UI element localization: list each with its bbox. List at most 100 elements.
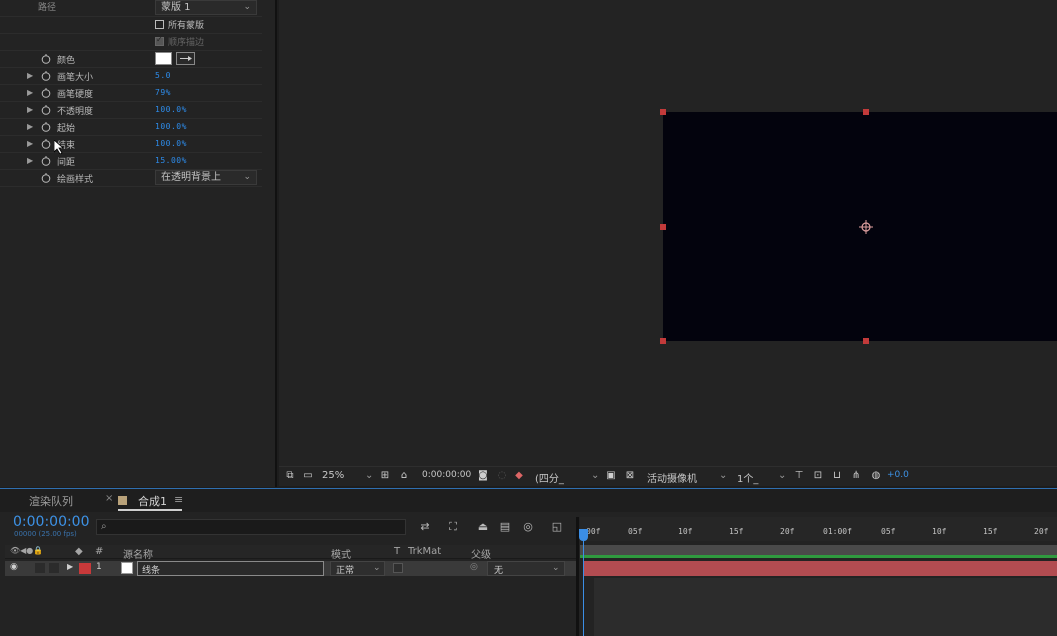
twirl-triangle-icon[interactable]: ▶ bbox=[27, 88, 33, 97]
col-source-name[interactable]: 源名称 bbox=[123, 546, 153, 561]
twirl-triangle-icon[interactable]: ▶ bbox=[27, 71, 33, 80]
search-input[interactable]: ⌕ bbox=[96, 519, 406, 535]
reset-exposure-icon[interactable]: ◍ bbox=[870, 470, 882, 482]
chevron-down-icon: ⌄ bbox=[243, 2, 251, 12]
tab-render-queue[interactable]: 渲染队列 bbox=[29, 493, 73, 509]
always-preview-icon[interactable]: ⧉ bbox=[284, 470, 296, 482]
stopwatch-icon[interactable] bbox=[41, 121, 51, 132]
layer-number: 1 bbox=[96, 562, 102, 572]
time-ruler[interactable]: 00f 05f 10f 15f 20f 01:00f 05f 10f 15f 2… bbox=[580, 517, 1057, 541]
region-of-interest-icon[interactable]: ▣ bbox=[605, 470, 617, 482]
transform-handle[interactable] bbox=[660, 109, 666, 115]
hide-shy-layers-icon[interactable]: ⏏ bbox=[476, 520, 490, 534]
mask-visibility-icon[interactable]: ⌂ bbox=[398, 470, 410, 482]
lock-toggle[interactable] bbox=[49, 563, 59, 573]
zoom-dropdown[interactable]: 25% bbox=[322, 470, 344, 481]
camera-snapshot-icon[interactable]: ◙ bbox=[477, 470, 489, 482]
layer-row[interactable]: ◉ ▶ 1 线条 正常 ⌄ ◎ 无 ⌄ bbox=[5, 561, 578, 576]
transform-handle[interactable] bbox=[863, 338, 869, 344]
end-value[interactable]: 100.0% bbox=[155, 139, 187, 148]
twirl-triangle-icon[interactable]: ▶ bbox=[27, 139, 33, 148]
fast-previews-icon[interactable]: ⊡ bbox=[812, 470, 824, 482]
layer-duration-bar[interactable] bbox=[584, 561, 1057, 576]
brush-hardness-value[interactable]: 79% bbox=[155, 88, 171, 97]
layer-name-field[interactable]: 线条 bbox=[137, 561, 324, 576]
views-dropdown[interactable]: 1个_ bbox=[737, 470, 758, 485]
resolution-dropdown[interactable]: (四分_ bbox=[535, 470, 564, 485]
paint-style-dropdown[interactable]: 在透明背景上 ⌄ bbox=[155, 170, 257, 185]
path-value: 蒙版 1 bbox=[161, 2, 191, 13]
brush-size-value[interactable]: 5.0 bbox=[155, 71, 171, 80]
paint-style-row: 绘画样式 在透明背景上 ⌄ bbox=[0, 170, 262, 187]
camera-dropdown[interactable]: 活动摄像机 bbox=[647, 470, 697, 485]
all-masks-checkbox[interactable] bbox=[155, 20, 164, 29]
stopwatch-icon[interactable] bbox=[41, 138, 51, 149]
twirl-triangle-icon[interactable]: ▶ bbox=[27, 122, 33, 131]
playhead-line[interactable] bbox=[583, 529, 584, 636]
eyedropper-icon[interactable] bbox=[176, 52, 195, 65]
chevron-down-icon[interactable]: ⌄ bbox=[591, 470, 599, 481]
twirl-triangle-icon[interactable]: ▶ bbox=[27, 105, 33, 114]
layer-label-color[interactable] bbox=[79, 563, 91, 574]
spacing-value[interactable]: 15.00% bbox=[155, 156, 187, 165]
flowchart-icon[interactable]: ⋔ bbox=[850, 470, 862, 482]
all-masks-label: 所有蒙版 bbox=[168, 21, 205, 31]
panel-menu-icon[interactable]: ≡ bbox=[174, 493, 183, 506]
eye-icon[interactable]: ◉ bbox=[10, 562, 18, 572]
tab-comp[interactable]: 合成1 bbox=[138, 493, 167, 509]
pick-whip-icon[interactable]: ◎ bbox=[470, 562, 478, 572]
graph-editor-icon[interactable]: ◱ bbox=[550, 520, 564, 534]
transform-handle[interactable] bbox=[660, 338, 666, 344]
toggle-pixel-icon[interactable]: ⊤ bbox=[793, 470, 805, 482]
channel-icon[interactable]: ◆ bbox=[513, 470, 525, 482]
start-value[interactable]: 100.0% bbox=[155, 122, 187, 131]
paint-style-value: 在透明背景上 bbox=[161, 172, 221, 183]
parent-value: 无 bbox=[494, 566, 504, 576]
draft-3d-icon[interactable]: ⛶ bbox=[446, 520, 460, 534]
anchor-point-icon[interactable] bbox=[859, 220, 873, 237]
close-icon[interactable]: × bbox=[105, 493, 113, 504]
comp-mini-flowchart-icon[interactable]: ⇄ bbox=[418, 520, 432, 534]
stopwatch-icon[interactable] bbox=[41, 155, 51, 166]
timeline-timecode[interactable]: 0:00:00:00 bbox=[13, 514, 90, 530]
stopwatch-icon[interactable] bbox=[41, 53, 51, 64]
stopwatch-icon[interactable] bbox=[41, 70, 51, 81]
ruler-tick: 15f bbox=[729, 527, 744, 536]
exposure-value[interactable]: +0.0 bbox=[887, 470, 909, 480]
solo-toggle[interactable] bbox=[35, 563, 45, 573]
monitor-icon[interactable]: ▭ bbox=[302, 470, 314, 482]
stopwatch-icon[interactable] bbox=[41, 104, 51, 115]
twirl-triangle-icon[interactable]: ▶ bbox=[67, 562, 73, 571]
transform-handle[interactable] bbox=[660, 224, 666, 230]
color-swatch[interactable] bbox=[155, 52, 172, 65]
chevron-down-icon[interactable]: ⌄ bbox=[365, 470, 373, 481]
trkmat-toggle[interactable] bbox=[393, 563, 403, 573]
sequential-checkbox[interactable] bbox=[155, 35, 164, 46]
motion-blur-icon[interactable]: ◎ bbox=[521, 520, 535, 534]
opacity-value[interactable]: 100.0% bbox=[155, 105, 187, 114]
chevron-down-icon[interactable]: ⌄ bbox=[719, 470, 727, 481]
transparency-grid-icon[interactable]: ⊠ bbox=[624, 470, 636, 482]
chevron-down-icon: ⌄ bbox=[552, 563, 560, 573]
blend-mode-dropdown[interactable]: 正常 ⌄ bbox=[330, 561, 385, 576]
show-snapshot-icon[interactable]: ◌ bbox=[496, 470, 508, 482]
chevron-down-icon[interactable]: ⌄ bbox=[778, 470, 786, 481]
playhead-handle[interactable] bbox=[579, 529, 588, 541]
layer-name: 线条 bbox=[142, 566, 161, 576]
stopwatch-icon[interactable] bbox=[41, 172, 51, 183]
current-time-display[interactable]: 0:00:00:00 bbox=[422, 470, 471, 480]
safe-zones-icon[interactable]: ⊞ bbox=[379, 470, 391, 482]
work-area-bar[interactable] bbox=[580, 545, 1057, 555]
stopwatch-icon[interactable] bbox=[41, 87, 51, 98]
sequential-label: 顺序描边 bbox=[168, 38, 205, 48]
frame-blending-icon[interactable]: ▤ bbox=[498, 520, 512, 534]
path-dropdown[interactable]: 蒙版 1 ⌄ bbox=[155, 0, 257, 15]
timeline-icon[interactable]: ⊔ bbox=[831, 470, 843, 482]
composition-viewer[interactable] bbox=[279, 0, 1057, 466]
timeline-panel: 渲染队列 × 合成1 ≡ 0:00:00:00 00000 (25.00 fps… bbox=[0, 488, 1057, 636]
active-tab-indicator bbox=[118, 509, 182, 511]
transform-handle[interactable] bbox=[863, 109, 869, 115]
frame-count: 00000 (25.00 fps) bbox=[14, 530, 77, 538]
twirl-triangle-icon[interactable]: ▶ bbox=[27, 156, 33, 165]
parent-dropdown[interactable]: 无 ⌄ bbox=[487, 561, 565, 576]
